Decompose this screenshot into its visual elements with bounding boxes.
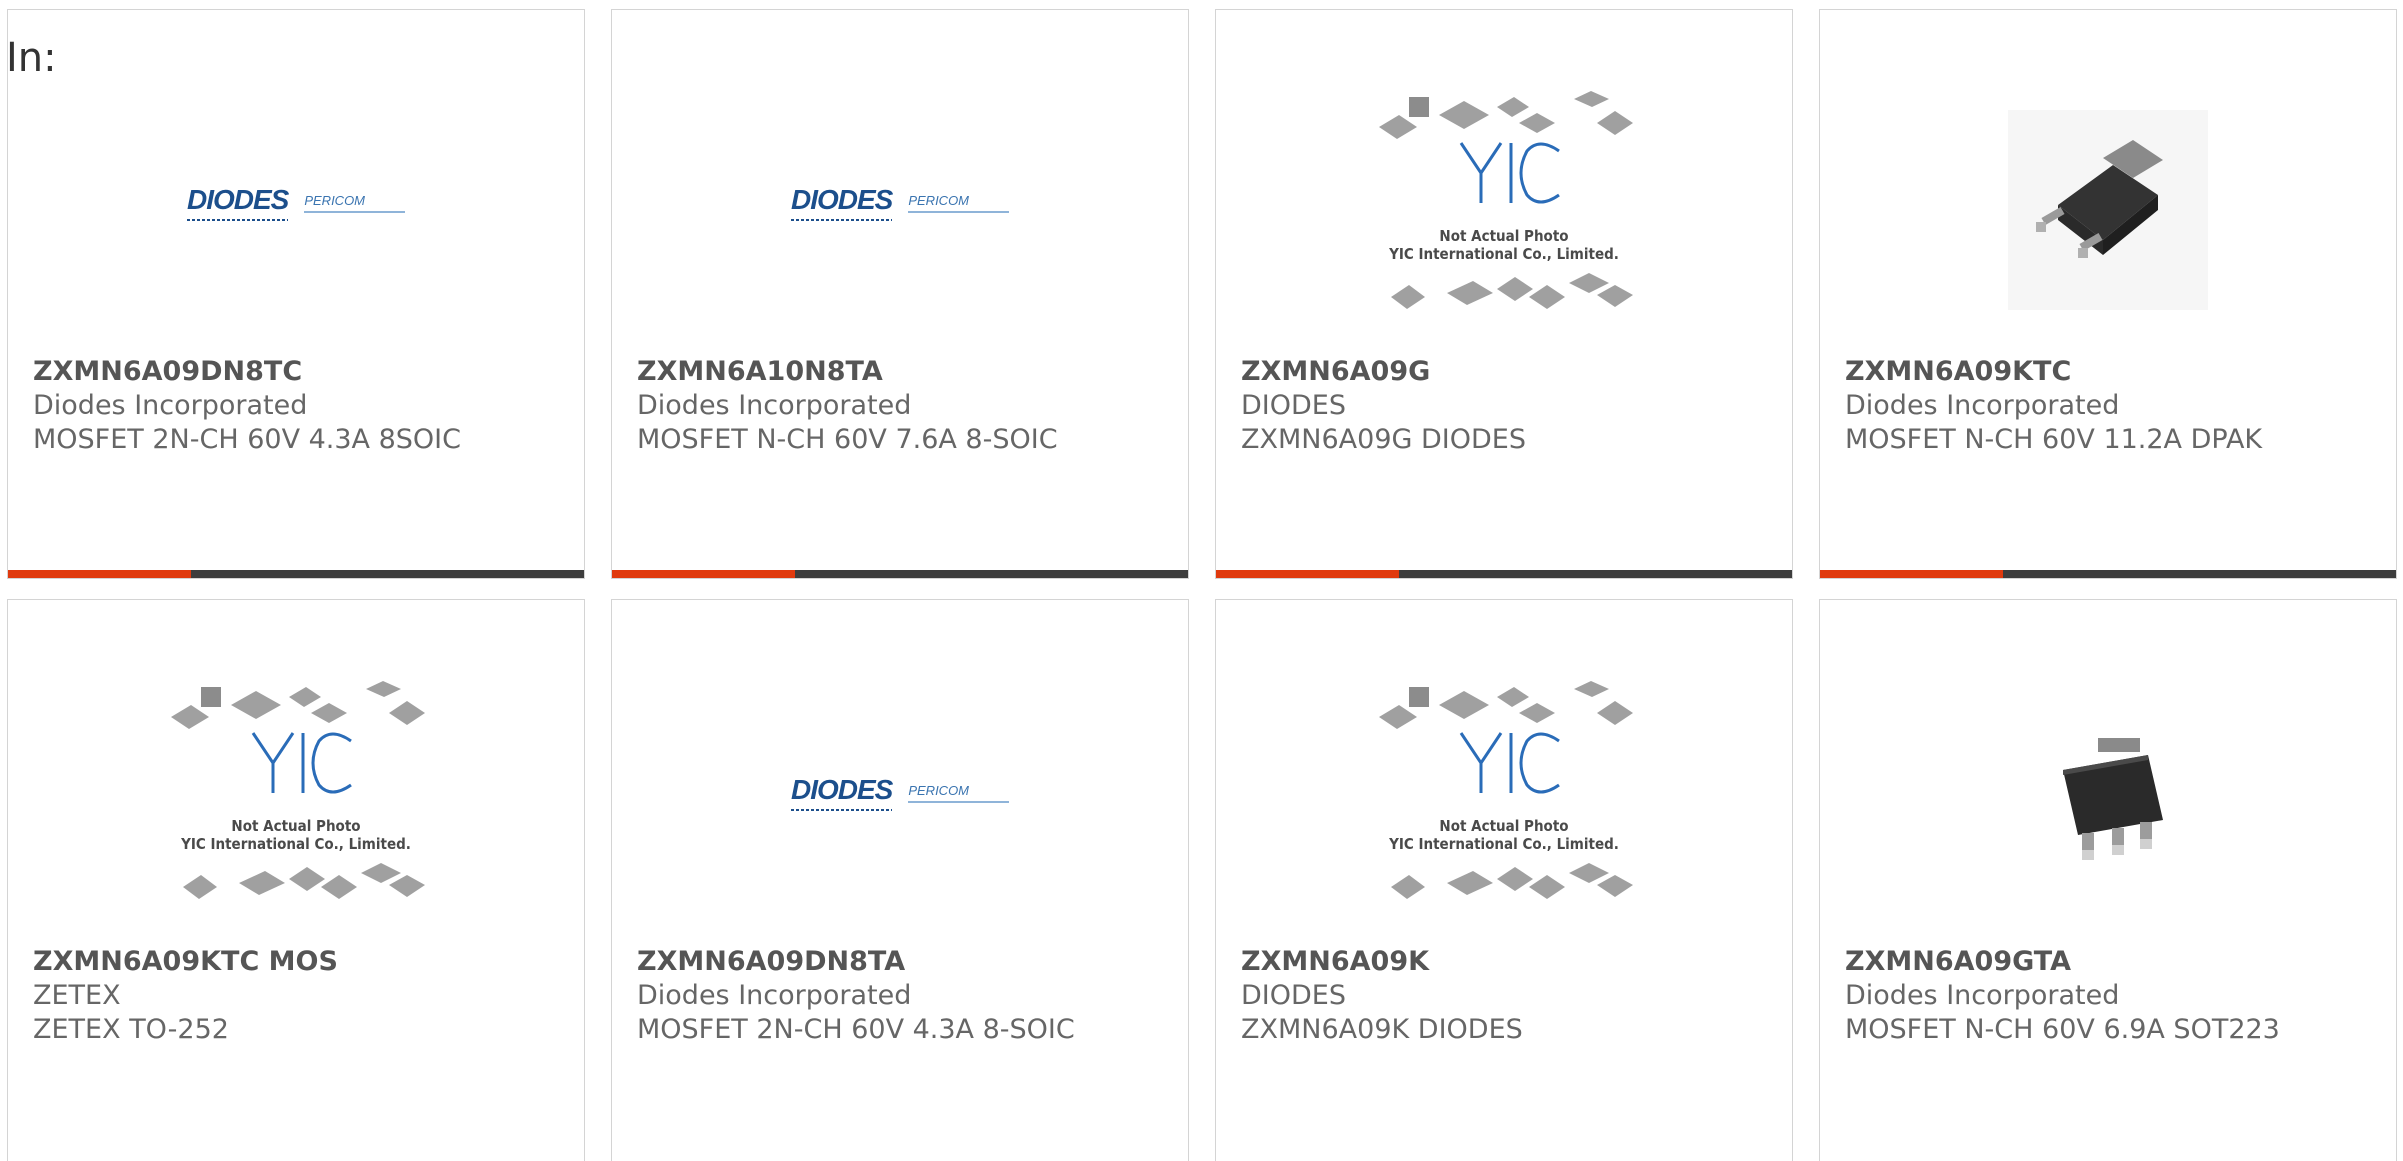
product-image[interactable]: Not Actual Photo YIC International Co., … [1216, 65, 1792, 355]
part-number-link[interactable]: ZXMN6A09GTA [1845, 945, 2280, 979]
product-card[interactable]: DIODES PERICOM ZXMN6A09DN8TA Diodes Inco… [611, 599, 1189, 1161]
product-card[interactable]: ZXMN6A09GTA Diodes Incorporated MOSFET N… [1819, 599, 2397, 1161]
manufacturer: Diodes Incorporated [33, 390, 308, 421]
ic-packages-icon [1379, 681, 1633, 899]
caption-line-1: Not Actual Photo [231, 817, 361, 835]
description: MOSFET 2N-CH 60V 4.3A 8-SOIC [637, 1014, 1075, 1045]
product-image[interactable]: Not Actual Photo YIC International Co., … [1216, 655, 1792, 945]
diodes-logo: DIODES PERICOM [186, 184, 405, 221]
product-image[interactable]: DIODES PERICOM [612, 65, 1188, 355]
description: MOSFET 2N-CH 60V 4.3A 8SOIC [33, 424, 461, 455]
part-number-link[interactable]: ZXMN6A09DN8TC [33, 355, 461, 389]
manufacturer: Diodes Incorporated [637, 980, 912, 1011]
card-bottom-bar [1820, 570, 2396, 578]
card-accent-bar [1820, 570, 2003, 578]
diodes-logo-text: DIODES [790, 774, 893, 811]
product-card[interactable]: ZXMN6A09KTC Diodes Incorporated MOSFET N… [1819, 9, 2397, 579]
product-card[interactable]: Not Actual Photo YIC International Co., … [1215, 9, 1793, 579]
diodes-logo-text: DIODES [186, 184, 289, 221]
caption-line-1: Not Actual Photo [1439, 817, 1569, 835]
sot223-package-icon [2063, 738, 2163, 860]
product-info: ZXMN6A09G DIODES ZXMN6A09G DIODES [1241, 355, 1526, 457]
product-info: ZXMN6A09DN8TC Diodes Incorporated MOSFET… [33, 355, 461, 457]
part-number-link[interactable]: ZXMN6A09DN8TA [637, 945, 1075, 979]
not-actual-photo-caption: Not Actual Photo YIC International Co., … [161, 817, 431, 853]
not-actual-photo-placeholder: Not Actual Photo YIC International Co., … [1369, 675, 1639, 925]
pericom-logo-text: PERICOM [908, 193, 1009, 213]
product-info: ZXMN6A09GTA Diodes Incorporated MOSFET N… [1845, 945, 2280, 1047]
product-image[interactable]: DIODES PERICOM [612, 655, 1188, 945]
card-bottom-bar [1216, 570, 1792, 578]
not-actual-photo-placeholder: Not Actual Photo YIC International Co., … [161, 675, 431, 925]
product-image[interactable]: Not Actual Photo YIC International Co., … [8, 655, 584, 945]
caption-line-2: YIC International Co., Limited. [1389, 835, 1619, 853]
manufacturer: Diodes Incorporated [1845, 390, 2120, 421]
card-bottom-bar [8, 570, 584, 578]
card-accent-bar [612, 570, 795, 578]
product-info: ZXMN6A09KTC MOS ZETEX ZETEX TO-252 [33, 945, 338, 1047]
description: ZXMN6A09G DIODES [1241, 424, 1526, 455]
product-info: ZXMN6A10N8TA Diodes Incorporated MOSFET … [637, 355, 1058, 457]
description: ZETEX TO-252 [33, 1014, 229, 1045]
card-accent-bar [1216, 570, 1399, 578]
ic-packages-icon [171, 681, 425, 899]
filter-label: In: [6, 35, 57, 81]
part-number-link[interactable]: ZXMN6A09K [1241, 945, 1523, 979]
dpak-package-icon [2008, 110, 2208, 310]
product-image[interactable]: DIODES PERICOM [8, 65, 584, 355]
product-grid-page: In: DIODES PERICOM ZXMN6A09DN8TC Diodes … [0, 0, 2403, 1161]
part-number-link[interactable]: ZXMN6A09KTC [1845, 355, 2262, 389]
product-card[interactable]: DIODES PERICOM ZXMN6A10N8TA Diodes Incor… [611, 9, 1189, 579]
product-image[interactable] [1820, 65, 2396, 355]
product-card[interactable]: DIODES PERICOM ZXMN6A09DN8TC Diodes Inco… [7, 9, 585, 579]
diodes-logo: DIODES PERICOM [790, 184, 1009, 221]
diodes-logo: DIODES PERICOM [790, 774, 1009, 811]
card-bottom-bar [612, 570, 1188, 578]
diodes-logo-text: DIODES [790, 184, 893, 221]
manufacturer: Diodes Incorporated [637, 390, 912, 421]
caption-line-2: YIC International Co., Limited. [1389, 245, 1619, 263]
product-card[interactable]: Not Actual Photo YIC International Co., … [7, 599, 585, 1161]
description: MOSFET N-CH 60V 7.6A 8-SOIC [637, 424, 1058, 455]
pericom-logo-text: PERICOM [304, 193, 405, 213]
not-actual-photo-caption: Not Actual Photo YIC International Co., … [1369, 817, 1639, 853]
product-info: ZXMN6A09K DIODES ZXMN6A09K DIODES [1241, 945, 1523, 1047]
part-number-link[interactable]: ZXMN6A09G [1241, 355, 1526, 389]
product-info: ZXMN6A09DN8TA Diodes Incorporated MOSFET… [637, 945, 1075, 1047]
manufacturer: DIODES [1241, 390, 1346, 421]
part-number-link[interactable]: ZXMN6A10N8TA [637, 355, 1058, 389]
product-info: ZXMN6A09KTC Diodes Incorporated MOSFET N… [1845, 355, 2262, 457]
description: MOSFET N-CH 60V 6.9A SOT223 [1845, 1014, 2280, 1045]
manufacturer: DIODES [1241, 980, 1346, 1011]
part-number-link[interactable]: ZXMN6A09KTC MOS [33, 945, 338, 979]
not-actual-photo-caption: Not Actual Photo YIC International Co., … [1369, 227, 1639, 263]
card-accent-bar [8, 570, 191, 578]
caption-line-2: YIC International Co., Limited. [181, 835, 411, 853]
manufacturer: ZETEX [33, 980, 121, 1011]
manufacturer: Diodes Incorporated [1845, 980, 2120, 1011]
pericom-logo-text: PERICOM [908, 783, 1009, 803]
description: ZXMN6A09K DIODES [1241, 1014, 1523, 1045]
description: MOSFET N-CH 60V 11.2A DPAK [1845, 424, 2263, 455]
ic-packages-icon [1379, 91, 1633, 309]
product-image[interactable] [1820, 655, 2396, 945]
product-card[interactable]: Not Actual Photo YIC International Co., … [1215, 599, 1793, 1161]
not-actual-photo-placeholder: Not Actual Photo YIC International Co., … [1369, 85, 1639, 335]
caption-line-1: Not Actual Photo [1439, 227, 1569, 245]
